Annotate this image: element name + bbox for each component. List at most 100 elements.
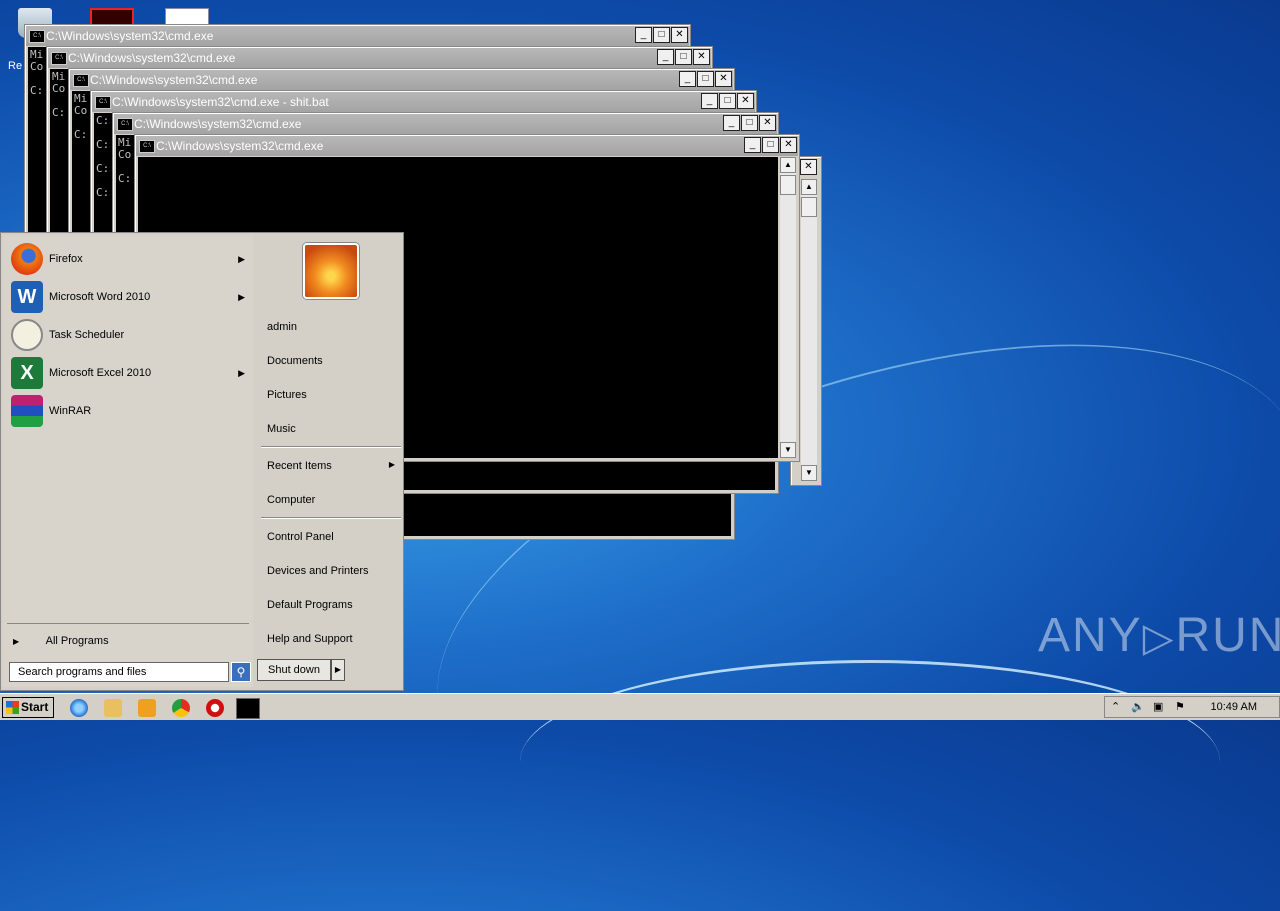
menu-item-control-panel[interactable]: Control Panel [267, 531, 334, 543]
program-label: Task Scheduler [49, 329, 125, 341]
scroll-up-icon[interactable]: ▲ [780, 157, 796, 173]
window-title-bar[interactable]: C:\ C:\Windows\system32\cmd.exe - shit.b… [92, 92, 755, 112]
menu-item-music[interactable]: Music [267, 423, 296, 435]
window-title: C:\Windows\system32\cmd.exe - shit.bat [112, 95, 329, 109]
cmd-taskbar-icon[interactable] [236, 698, 260, 719]
opera-icon[interactable] [206, 699, 224, 717]
window-title-bar[interactable]: C:\ C:\Windows\system32\cmd.exe [26, 26, 689, 46]
submenu-arrow-icon: ▶ [238, 291, 245, 302]
scroll-thumb[interactable] [801, 197, 817, 217]
divider [261, 517, 401, 519]
media-player-icon[interactable] [138, 699, 156, 717]
window-title: C:\Windows\system32\cmd.exe [46, 29, 214, 43]
shutdown-button[interactable]: Shut down [257, 659, 331, 681]
close-button[interactable]: ✕ [715, 71, 732, 87]
close-button[interactable]: ✕ [671, 27, 688, 43]
maximize-button[interactable]: □ [653, 27, 670, 43]
internet-explorer-icon[interactable] [70, 699, 88, 717]
start-menu-programs: Firefox ▶ W Microsoft Word 2010 ▶ Task S… [3, 235, 253, 687]
scroll-down-icon[interactable]: ▼ [801, 465, 817, 481]
show-hidden-icons-icon[interactable]: ⌃ [1111, 700, 1120, 713]
vertical-scrollbar[interactable]: ▲ ▼ [801, 179, 817, 481]
menu-item-help-support[interactable]: Help and Support [267, 633, 353, 645]
minimize-button[interactable]: _ [635, 27, 652, 43]
maximize-button[interactable]: □ [762, 137, 779, 153]
expand-arrow-icon: ▶ [13, 637, 20, 646]
minimize-button[interactable]: _ [744, 137, 761, 153]
anyrun-watermark: ANY▷RUN [1038, 608, 1280, 663]
divider [7, 623, 249, 624]
program-label: Firefox [49, 253, 83, 265]
action-center-flag-icon[interactable]: ⚑ [1175, 700, 1185, 713]
close-button[interactable]: ✕ [759, 115, 776, 131]
window-title-bar[interactable]: C:\ C:\Windows\system32\cmd.exe [136, 136, 798, 156]
recent-items-label: Recent Items [267, 460, 332, 472]
menu-item-documents[interactable]: Documents [267, 355, 323, 367]
menu-item-devices-printers[interactable]: Devices and Printers [267, 565, 369, 577]
minimize-button[interactable]: _ [723, 115, 740, 131]
program-firefox[interactable]: Firefox ▶ [11, 241, 251, 277]
all-programs[interactable]: ▶ All Programs [13, 635, 109, 647]
vertical-scrollbar[interactable]: ▲ ▼ [780, 157, 796, 458]
network-icon[interactable]: ▣ [1153, 700, 1163, 713]
window-title: C:\Windows\system32\cmd.exe [156, 139, 324, 153]
task-scheduler-icon [11, 319, 43, 351]
scroll-thumb[interactable] [780, 175, 796, 195]
watermark-right: RUN [1175, 609, 1280, 662]
program-task-scheduler[interactable]: Task Scheduler [11, 317, 251, 353]
menu-item-default-programs[interactable]: Default Programs [267, 599, 353, 611]
close-button[interactable]: ✕ [800, 159, 817, 175]
cmd-icon: C:\ [73, 74, 89, 87]
user-avatar[interactable] [303, 243, 359, 299]
menu-item-admin[interactable]: admin [267, 321, 297, 333]
start-label: Start [21, 700, 49, 714]
divider [261, 446, 401, 448]
window-title-bar[interactable]: C:\ C:\Windows\system32\cmd.exe [70, 70, 733, 90]
submenu-arrow-icon: ▶ [388, 460, 395, 469]
program-excel[interactable]: X Microsoft Excel 2010 ▶ [11, 355, 251, 391]
start-button[interactable]: Start [2, 697, 54, 718]
wallpaper-swirl [520, 660, 1220, 863]
clock[interactable]: 10:49 AM [1211, 701, 1257, 713]
window-title-bar[interactable]: C:\ C:\Windows\system32\cmd.exe [114, 114, 777, 134]
chrome-icon[interactable] [172, 699, 190, 717]
scroll-down-icon[interactable]: ▼ [780, 442, 796, 458]
close-button[interactable]: ✕ [693, 49, 710, 65]
program-label: WinRAR [49, 405, 92, 417]
word-icon: W [11, 281, 43, 313]
cmd-icon: C:\ [117, 118, 133, 131]
system-tray: ⌃ 🔈 ▣ ⚑ 10:49 AM [1104, 696, 1280, 718]
taskbar: Start ⌃ 🔈 ▣ ⚑ 10:49 AM [0, 693, 1280, 720]
recycle-bin-label: Re [8, 60, 23, 72]
minimize-button[interactable]: _ [701, 93, 718, 109]
menu-item-computer[interactable]: Computer [267, 494, 315, 506]
maximize-button[interactable]: □ [697, 71, 714, 87]
minimize-button[interactable]: _ [657, 49, 674, 65]
windows-logo-icon [6, 701, 19, 714]
close-button[interactable]: ✕ [737, 93, 754, 109]
search-icon[interactable]: ⚲ [231, 662, 251, 682]
scroll-up-icon[interactable]: ▲ [801, 179, 817, 195]
menu-item-pictures[interactable]: Pictures [267, 389, 307, 401]
minimize-button[interactable]: _ [679, 71, 696, 87]
explorer-folder-icon[interactable] [104, 699, 122, 717]
volume-icon[interactable]: 🔈 [1131, 700, 1145, 713]
close-button[interactable]: ✕ [780, 137, 797, 153]
menu-item-recent-items[interactable]: Recent Items ▶ [267, 460, 395, 472]
submenu-arrow-icon: ▶ [238, 367, 245, 378]
maximize-button[interactable]: □ [675, 49, 692, 65]
cmd-icon: C:\ [51, 52, 67, 65]
window-title: C:\Windows\system32\cmd.exe [134, 117, 302, 131]
program-word[interactable]: W Microsoft Word 2010 ▶ [11, 279, 251, 315]
window-title-bar[interactable]: C:\ C:\Windows\system32\cmd.exe [48, 48, 711, 68]
program-winrar[interactable]: WinRAR [11, 393, 251, 429]
maximize-button[interactable]: □ [741, 115, 758, 131]
search-input[interactable]: Search programs and files [9, 662, 229, 682]
watermark-left: ANY [1038, 609, 1143, 662]
shutdown-options-icon[interactable]: ▶ [331, 659, 345, 681]
maximize-button[interactable]: □ [719, 93, 736, 109]
play-icon: ▷ [1142, 616, 1176, 660]
cmd-icon: C:\ [29, 30, 45, 43]
program-label: Microsoft Excel 2010 [49, 367, 152, 379]
cmd-icon: C:\ [139, 140, 155, 153]
